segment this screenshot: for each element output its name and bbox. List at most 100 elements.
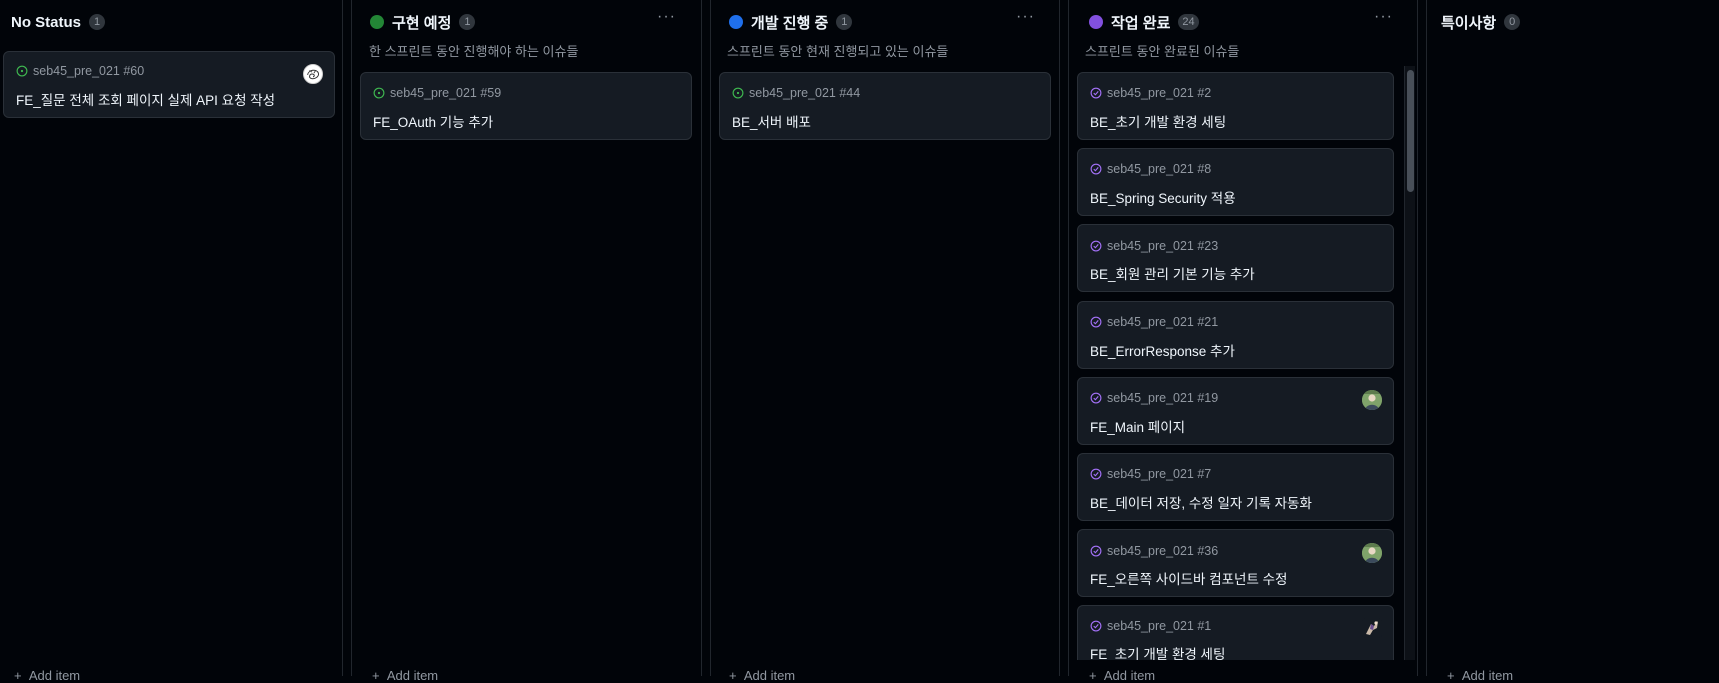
closed-issue-icon (1090, 468, 1102, 480)
column-title: 구현 예정 (392, 14, 452, 32)
assignee-avatar[interactable] (1362, 543, 1382, 563)
issue-title[interactable]: BE_초기 개발 환경 세팅 (1090, 111, 1226, 131)
issue-card[interactable]: seb45_pre_021 #23 BE_회원 관리 기본 기능 추가 (1077, 224, 1394, 292)
issue-reference: seb45_pre_021 #21 (1107, 315, 1219, 329)
column-header: 구현 예정 1 (364, 12, 476, 32)
photo-avatar-icon (1362, 543, 1382, 563)
card-list: seb45_pre_021 #2 BE_초기 개발 환경 세팅 seb45_pr… (1069, 66, 1417, 660)
card-meta: seb45_pre_021 #60 (16, 64, 144, 78)
column-header: 개발 진행 중 1 (723, 12, 853, 32)
open-issue-icon (16, 65, 28, 77)
closed-issue-icon (1090, 316, 1102, 328)
card-meta: seb45_pre_021 #36 (1090, 544, 1218, 558)
card-meta: seb45_pre_021 #7 (1090, 467, 1211, 481)
issue-card[interactable]: seb45_pre_021 #7 BE_데이터 저장, 수정 일자 기록 자동화 (1077, 453, 1394, 521)
issue-card[interactable]: seb45_pre_021 #59 FE_OAuth 기능 추가 (360, 72, 692, 140)
column-header: 작업 완료 24 (1083, 12, 1199, 32)
card-meta: seb45_pre_021 #1 (1090, 619, 1211, 633)
issue-reference: seb45_pre_021 #60 (33, 64, 145, 78)
column-no-status: No Status 1 seb45_pre_021 #60 FE_질문 전체 조… (0, 0, 341, 683)
open-issue-icon (373, 87, 385, 99)
issue-title[interactable]: FE_OAuth 기능 추가 (373, 111, 493, 131)
issue-card[interactable]: seb45_pre_021 #8 BE_Spring Security 적용 (1077, 148, 1394, 216)
issue-card[interactable]: seb45_pre_021 #19 FE_Main 페이지 (1077, 377, 1394, 445)
issue-reference: seb45_pre_021 #59 (390, 86, 502, 100)
column-menu-button[interactable]: ··· (1016, 8, 1035, 26)
issue-card[interactable]: seb45_pre_021 #21 BE_ErrorResponse 추가 (1077, 301, 1394, 369)
column-in-progress: 개발 진행 중 1 ··· 스프린트 동안 현재 진행되고 있는 이슈들 seb… (711, 0, 1059, 683)
issue-title[interactable]: FE_오른쪽 사이드바 컴포넌트 수정 (1090, 568, 1287, 588)
column-title: 작업 완료 (1111, 14, 1171, 32)
closed-issue-icon (1090, 240, 1102, 252)
issue-reference: seb45_pre_021 #8 (1107, 162, 1212, 176)
column-title: No Status (11, 13, 82, 31)
column-description: 스프린트 동안 현재 진행되고 있는 이슈들 (727, 44, 949, 59)
issue-reference: seb45_pre_021 #2 (1107, 86, 1212, 100)
issue-title[interactable]: BE_데이터 저장, 수정 일자 기록 자동화 (1090, 492, 1312, 512)
column-description: 한 스프린트 동안 진행해야 하는 이슈들 (369, 44, 579, 59)
closed-issue-icon (1090, 87, 1102, 99)
status-dot (729, 15, 743, 29)
closed-issue-icon (1090, 163, 1102, 175)
card-meta: seb45_pre_021 #19 (1090, 391, 1218, 405)
closed-issue-icon (1090, 392, 1102, 404)
column-divider (1417, 0, 1418, 676)
issue-title[interactable]: BE_서버 배포 (732, 111, 811, 131)
issue-card[interactable]: seb45_pre_021 #2 BE_초기 개발 환경 세팅 (1077, 72, 1394, 140)
column-menu-button[interactable]: ··· (657, 8, 676, 26)
issue-title[interactable]: BE_회원 관리 기본 기능 추가 (1090, 263, 1255, 283)
card-meta: seb45_pre_021 #59 (373, 86, 501, 100)
closed-issue-icon (1090, 545, 1102, 557)
project-board: No Status 1 seb45_pre_021 #60 FE_질문 전체 조… (0, 0, 1719, 683)
column-done: 작업 완료 24 ··· 스프린트 동안 완료된 이슈들 seb45_pre_0… (1069, 0, 1417, 683)
issue-reference: seb45_pre_021 #36 (1107, 544, 1219, 558)
column-title: 개발 진행 중 (751, 14, 829, 32)
character-avatar-icon (1366, 621, 1378, 635)
assignee-avatar[interactable] (1362, 390, 1382, 410)
issue-title[interactable]: BE_ErrorResponse 추가 (1090, 340, 1235, 360)
column-count-badge: 1 (89, 14, 106, 30)
column-count-badge: 1 (459, 14, 476, 30)
card-meta: seb45_pre_021 #21 (1090, 315, 1218, 329)
column-count-badge: 1 (836, 14, 853, 30)
issue-title[interactable]: FE_Main 페이지 (1090, 416, 1185, 436)
closed-issue-icon (1090, 620, 1102, 632)
status-dot (1089, 15, 1103, 29)
issue-card[interactable]: seb45_pre_021 #1 FE_초기 개발 환경 세팅 (1077, 605, 1394, 660)
issue-card[interactable]: seb45_pre_021 #60 FE_질문 전체 조회 페이지 실제 API… (3, 51, 335, 118)
issue-title[interactable]: BE_Spring Security 적용 (1090, 187, 1236, 207)
issue-reference: seb45_pre_021 #1 (1107, 619, 1212, 633)
assignee-avatar[interactable] (1362, 618, 1382, 638)
card-meta: seb45_pre_021 #2 (1090, 86, 1211, 100)
card-meta: seb45_pre_021 #8 (1090, 162, 1211, 176)
issue-card[interactable]: seb45_pre_021 #36 FE_오른쪽 사이드바 컴포넌트 수정 (1077, 529, 1394, 597)
column-scrollbar[interactable] (1404, 66, 1415, 660)
column-count-badge: 24 (1178, 14, 1199, 30)
issue-reference: seb45_pre_021 #19 (1107, 391, 1219, 405)
column-divider (701, 0, 702, 676)
column-divider (1059, 0, 1060, 676)
column-divider (342, 0, 343, 676)
issue-title[interactable]: FE_질문 전체 조회 페이지 실제 API 요청 작성 (16, 89, 275, 109)
issue-reference: seb45_pre_021 #7 (1107, 467, 1212, 481)
column-planned: 구현 예정 1 ··· 한 스프린트 동안 진행해야 하는 이슈들 seb45_… (352, 0, 700, 683)
column-description: 스프린트 동안 완료된 이슈들 (1085, 44, 1240, 59)
assignee-avatar[interactable] (303, 64, 323, 84)
issue-reference: seb45_pre_021 #23 (1107, 239, 1219, 253)
card-meta: seb45_pre_021 #44 (732, 86, 860, 100)
scrollbar-thumb[interactable] (1407, 70, 1414, 192)
column-count-badge: 0 (1504, 14, 1521, 30)
card-meta: seb45_pre_021 #23 (1090, 239, 1218, 253)
column-menu-button[interactable]: ··· (1374, 8, 1393, 26)
column-header: 특이사항 0 (1441, 12, 1521, 32)
photo-avatar-icon (1362, 390, 1382, 410)
open-issue-icon (732, 87, 744, 99)
issue-reference: seb45_pre_021 #44 (749, 86, 861, 100)
status-dot (370, 15, 384, 29)
column-notes: 특이사항 0 + Add item (1427, 0, 1719, 683)
issue-title[interactable]: FE_초기 개발 환경 세팅 (1090, 643, 1225, 660)
column-title: 특이사항 (1441, 14, 1497, 32)
sketch-avatar-icon (307, 69, 319, 80)
issue-card[interactable]: seb45_pre_021 #44 BE_서버 배포 (719, 72, 1051, 140)
column-header: No Status 1 (11, 12, 106, 32)
